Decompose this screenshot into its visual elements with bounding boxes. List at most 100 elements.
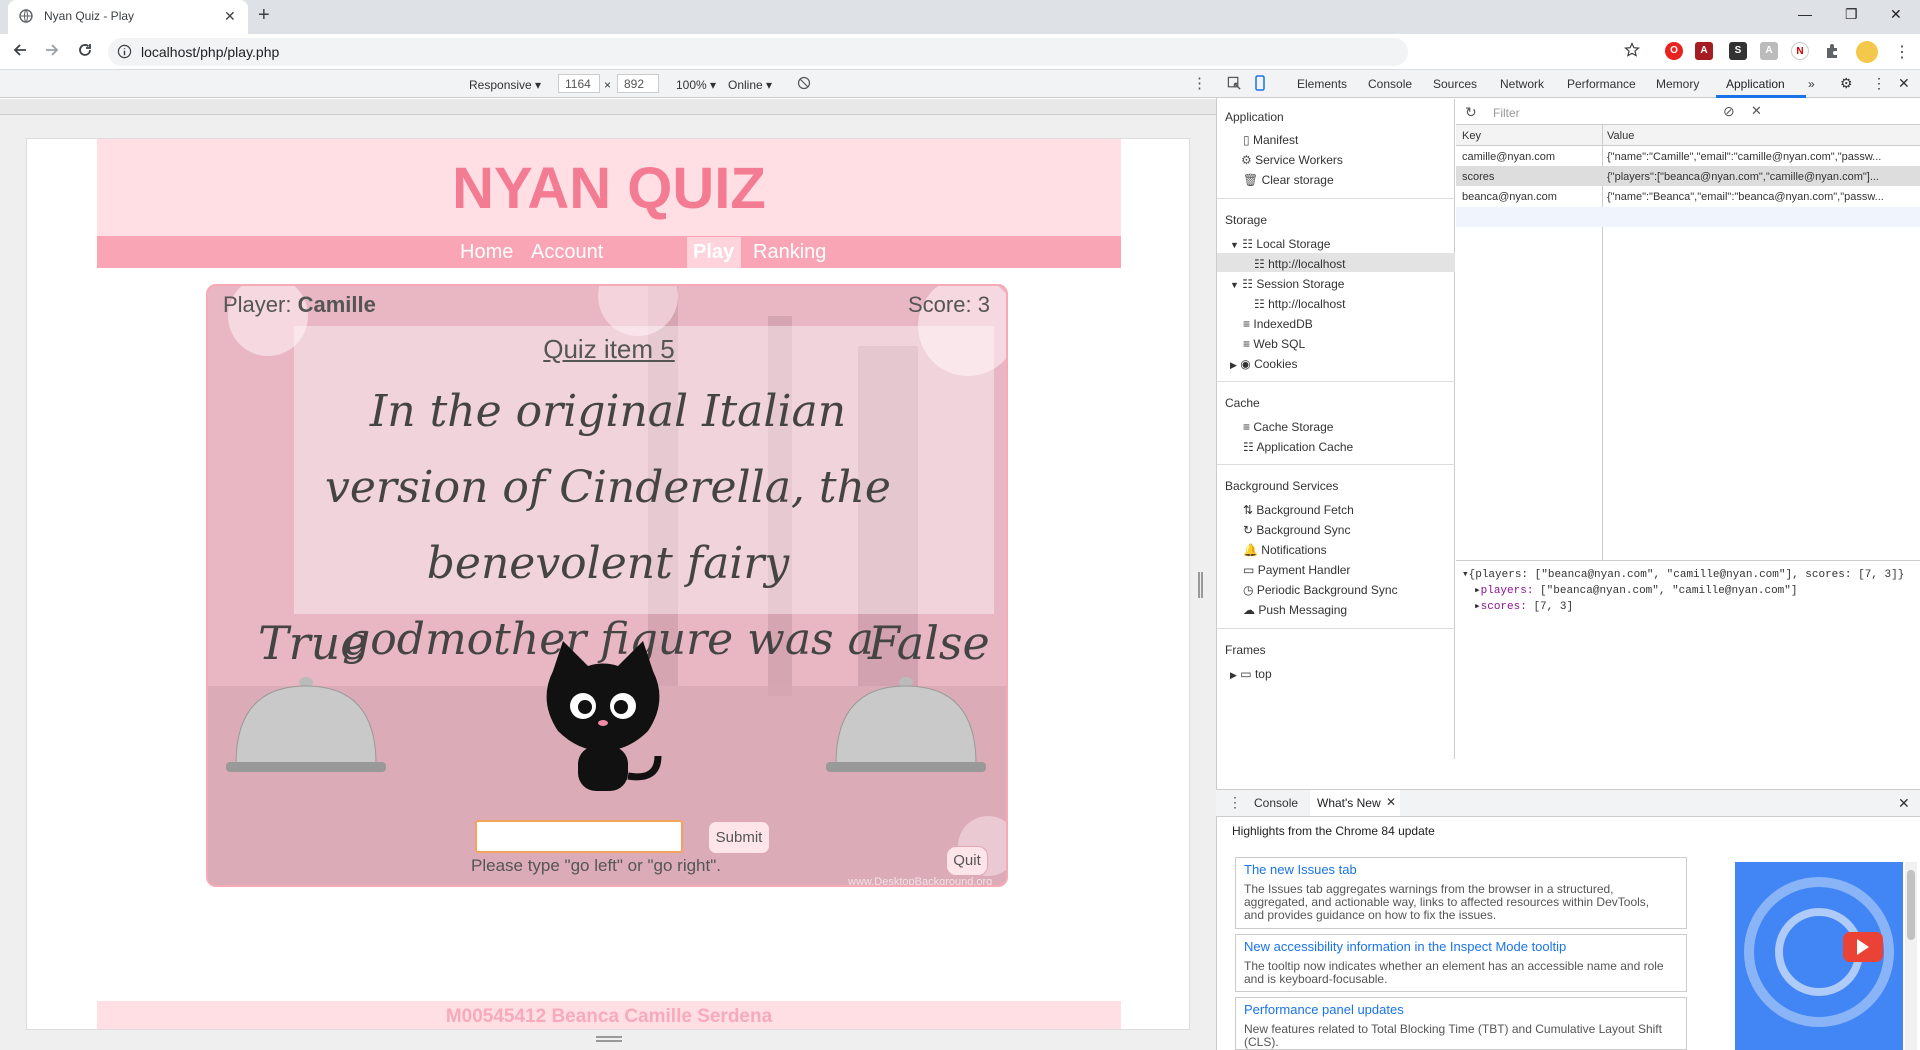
table-cell-value[interactable]: {"name":"Beanca","email":"beanca@nyan.co…: [1607, 191, 1915, 203]
bookmark-star-icon[interactable]: [1624, 42, 1640, 58]
opera-extension-icon[interactable]: O: [1665, 42, 1683, 60]
card-title[interactable]: The new Issues tab: [1244, 862, 1357, 877]
width-input[interactable]: 1164: [558, 74, 600, 93]
sidebar-item-push-messaging[interactable]: ☁ Push Messaging: [1243, 603, 1347, 617]
puzzle-extensions-icon[interactable]: [1824, 42, 1842, 60]
device-select[interactable]: Responsive ▾: [469, 78, 541, 92]
close-tab-icon[interactable]: ✕: [224, 8, 236, 25]
settings-gear-icon[interactable]: ⚙: [1840, 75, 1853, 92]
devtools-tab-sources[interactable]: Sources: [1433, 77, 1477, 91]
table-cell-key[interactable]: camille@nyan.com: [1462, 151, 1597, 163]
column-header-key[interactable]: Key: [1462, 130, 1481, 142]
devtools-menu-icon[interactable]: ⋮: [1872, 75, 1886, 92]
video-thumbnail[interactable]: [1735, 862, 1903, 1050]
card-title[interactable]: New accessibility information in the Ins…: [1244, 939, 1566, 954]
filter-input[interactable]: Filter: [1488, 104, 1708, 122]
sidebar-item-session-origin[interactable]: ☷ http://localhost: [1254, 297, 1346, 311]
sidebar-item-frame-top[interactable]: ▶ ▭ top: [1230, 667, 1272, 681]
preview-scores-line[interactable]: ▸scores: [7, 3]: [1474, 599, 1573, 613]
sidebar-item-local-storage[interactable]: ▼ ☷ Local Storage: [1230, 237, 1330, 251]
media-query-ruler[interactable]: [0, 99, 1216, 115]
preview-object-line[interactable]: ▾{players: ["beanca@nyan.com", "camille@…: [1462, 567, 1904, 581]
gray-extension-icon[interactable]: A: [1760, 42, 1778, 60]
column-header-value[interactable]: Value: [1607, 130, 1634, 142]
sidebar-divider: [1217, 381, 1455, 382]
drawer-tab-console[interactable]: Console: [1254, 796, 1298, 810]
info-icon[interactable]: [117, 44, 132, 59]
close-window-icon[interactable]: ✕: [1890, 6, 1902, 23]
whats-new-card[interactable]: The new Issues tab The Issues tab aggreg…: [1235, 857, 1687, 929]
card-title[interactable]: Performance panel updates: [1244, 1002, 1404, 1017]
devtools-tab-performance[interactable]: Performance: [1567, 77, 1636, 91]
inspect-element-icon[interactable]: [1227, 76, 1242, 91]
zoom-select[interactable]: 100% ▾: [676, 78, 716, 92]
sidebar-item-service-workers[interactable]: ⚙ Service Workers: [1241, 153, 1343, 167]
sidebar-item-websql[interactable]: ≡ Web SQL: [1243, 337, 1305, 351]
back-arrow-icon[interactable]: [12, 42, 28, 58]
answer-input[interactable]: [475, 820, 683, 853]
sidebar-item-application-cache[interactable]: ☷ Application Cache: [1243, 440, 1353, 454]
selenium-extension-icon[interactable]: S: [1729, 42, 1747, 60]
sidebar-item-periodic-sync[interactable]: ◷ Periodic Background Sync: [1243, 583, 1398, 597]
more-tabs-icon[interactable]: »: [1808, 77, 1815, 91]
table-cell-key[interactable]: scores: [1462, 171, 1597, 183]
delete-selected-icon[interactable]: ✕: [1751, 103, 1762, 119]
devtools-tab-console[interactable]: Console: [1368, 77, 1412, 91]
url-text[interactable]: localhost/php/play.php: [141, 44, 279, 60]
close-drawer-tab-icon[interactable]: ✕: [1386, 795, 1396, 809]
profile-avatar[interactable]: [1856, 41, 1878, 63]
table-cell-key[interactable]: beanca@nyan.com: [1462, 191, 1597, 203]
pdf-extension-icon[interactable]: A: [1695, 42, 1713, 60]
restore-icon[interactable]: ❐: [1845, 6, 1858, 23]
sidebar-item-payment-handler[interactable]: ▭ Payment Handler: [1243, 563, 1350, 577]
forward-arrow-icon[interactable]: [44, 42, 60, 58]
minimize-icon[interactable]: —: [1798, 6, 1812, 22]
sidebar-item-background-sync[interactable]: ↻ Background Sync: [1243, 523, 1350, 537]
browser-tab[interactable]: Nyan Quiz - Play ✕: [8, 0, 248, 34]
height-input[interactable]: 892: [617, 74, 659, 93]
sidebar-item-session-storage[interactable]: ▼ ☷ Session Storage: [1230, 277, 1344, 291]
sidebar-item-clear-storage[interactable]: 🗑 Clear storage: [1243, 173, 1334, 187]
nav-play-link[interactable]: Play: [693, 241, 734, 264]
sidebar-item-cookies[interactable]: ▶ ◉ Cookies: [1230, 357, 1297, 371]
whats-new-card[interactable]: New accessibility information in the Ins…: [1235, 934, 1687, 992]
refresh-icon[interactable]: ↻: [1465, 104, 1477, 121]
drawer-tab-whats-new[interactable]: What's New: [1317, 796, 1381, 810]
quit-button[interactable]: Quit: [946, 846, 988, 876]
clear-all-icon[interactable]: ⊘: [1723, 103, 1735, 120]
sidebar-item-notifications[interactable]: 🔔 Notifications: [1243, 543, 1327, 557]
submit-button[interactable]: Submit: [708, 821, 770, 854]
nav-ranking-link[interactable]: Ranking: [753, 241, 826, 264]
close-drawer-icon[interactable]: ✕: [1898, 795, 1910, 812]
sidebar-item-local-origin[interactable]: ☷ http://localhost: [1254, 257, 1346, 271]
devtools-tab-elements[interactable]: Elements: [1297, 77, 1347, 91]
new-tab-button[interactable]: +: [258, 4, 270, 27]
sidebar-item-manifest[interactable]: ▯ Manifest: [1243, 133, 1298, 147]
device-toggle-icon[interactable]: [1252, 75, 1268, 91]
devtools-tab-application[interactable]: Application: [1726, 77, 1785, 91]
whats-new-heading: Highlights from the Chrome 84 update: [1232, 824, 1435, 838]
sidebar-item-cache-storage[interactable]: ≡ Cache Storage: [1243, 420, 1333, 434]
devtools-tab-memory[interactable]: Memory: [1656, 77, 1699, 91]
drawer-menu-icon[interactable]: ⋮: [1228, 794, 1242, 811]
drawer-scrollbar-thumb[interactable]: [1907, 870, 1915, 940]
nav-account-link[interactable]: Account: [531, 241, 603, 264]
address-bar[interactable]: localhost/php/play.php: [108, 38, 1408, 66]
nav-home-link[interactable]: Home: [460, 241, 513, 264]
device-more-icon[interactable]: ⋮: [1192, 74, 1207, 92]
preview-players-line[interactable]: ▸players: ["beanca@nyan.com", "camille@n…: [1474, 583, 1798, 597]
network-select[interactable]: Online ▾: [728, 78, 772, 92]
whats-new-card[interactable]: Performance panel updates New features r…: [1235, 997, 1687, 1050]
n-extension-icon[interactable]: N: [1791, 42, 1809, 60]
chrome-menu-icon[interactable]: ⋮: [1894, 42, 1910, 62]
rotate-icon[interactable]: [797, 76, 811, 90]
sidebar-item-background-fetch[interactable]: ⇅ Background Fetch: [1243, 503, 1354, 517]
resize-handle-right[interactable]: [1198, 572, 1203, 598]
table-cell-value[interactable]: {"name":"Camille","email":"camille@nyan.…: [1607, 151, 1915, 163]
close-devtools-icon[interactable]: ✕: [1898, 75, 1910, 92]
resize-handle-bottom[interactable]: [596, 1036, 622, 1042]
table-cell-value[interactable]: {"players":["beanca@nyan.com","camille@n…: [1607, 171, 1915, 183]
sidebar-item-indexeddb[interactable]: ≡ IndexedDB: [1243, 317, 1313, 331]
reload-icon[interactable]: [77, 42, 93, 58]
devtools-tab-network[interactable]: Network: [1500, 77, 1544, 91]
